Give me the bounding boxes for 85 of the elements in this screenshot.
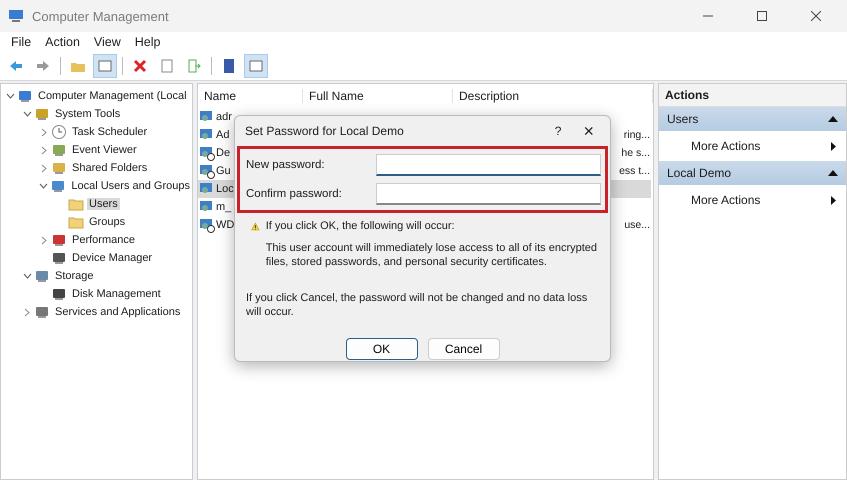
warning-title: If you click OK, the following will occur: — [266, 219, 456, 233]
node-icon — [17, 88, 33, 104]
back-arrow-icon — [8, 58, 24, 74]
column-header[interactable]: Description — [453, 89, 653, 103]
collapse-icon — [828, 116, 838, 122]
node-icon — [51, 142, 67, 158]
toolbar-button[interactable] — [93, 54, 117, 78]
tree-item[interactable]: Shared Folders — [70, 162, 150, 174]
tree-item[interactable]: Groups — [87, 216, 128, 228]
tree-item[interactable]: Users — [87, 198, 120, 210]
tree-item[interactable]: Task Scheduler — [70, 126, 150, 138]
table-cell: ess t... — [619, 165, 650, 177]
submenu-arrow-icon — [831, 142, 836, 150]
collapse-icon — [828, 170, 838, 176]
action-item[interactable]: More Actions — [659, 131, 846, 161]
delete-icon — [132, 58, 148, 74]
chevron-icon[interactable] — [24, 308, 30, 316]
tree-item[interactable]: Disk Management — [70, 288, 163, 300]
menu-item[interactable]: View — [86, 35, 128, 49]
dialog-title: Set Password for Local Demo — [245, 124, 405, 138]
warning-text: This user account will immediately lose access to all of its encrypted files, stored passwords, and personal security certificates. — [266, 241, 598, 269]
node-icon — [51, 250, 67, 266]
maximize-icon — [757, 11, 767, 21]
field-label: New password: — [246, 159, 326, 171]
node-icon — [34, 106, 50, 122]
tree-item[interactable]: Performance — [70, 234, 137, 246]
action-group-header[interactable]: Local Demo — [659, 161, 846, 185]
table-cell: he s... — [621, 147, 650, 159]
node-icon — [34, 304, 50, 320]
table-cell: Ad — [216, 129, 230, 141]
password-field[interactable] — [376, 154, 601, 176]
close-icon — [811, 11, 821, 21]
cancel-note: If you click Cancel, the password will not be changed and no data loss will occur. — [245, 291, 588, 319]
menu-item[interactable]: Help — [128, 35, 168, 49]
table-cell: Loc — [216, 183, 234, 195]
dialog-button[interactable]: Cancel — [428, 338, 500, 360]
node-icon — [51, 160, 67, 176]
tree-item[interactable]: System Tools — [53, 108, 122, 120]
export-icon — [186, 58, 202, 74]
actions-header: Actions — [659, 84, 846, 107]
table-cell: adr — [216, 111, 232, 123]
column-header[interactable]: Full Name — [303, 89, 453, 103]
chevron-icon[interactable] — [39, 183, 48, 189]
node-icon — [50, 178, 66, 194]
chevron-icon[interactable] — [22, 273, 32, 279]
chevron-icon[interactable] — [41, 128, 47, 136]
password-field[interactable] — [376, 183, 601, 205]
table-cell: Gu — [216, 165, 231, 177]
table-cell: ring... — [624, 129, 650, 141]
chevron-icon[interactable] — [41, 236, 47, 244]
field-label: Confirm password: — [246, 188, 343, 200]
chevron-icon[interactable] — [6, 93, 14, 99]
node-icon — [51, 286, 67, 302]
column-header[interactable]: Name — [198, 89, 303, 103]
action-item[interactable]: More Actions — [659, 185, 846, 215]
tree-item[interactable]: Storage — [53, 270, 96, 282]
submenu-arrow-icon — [831, 196, 836, 204]
tree-item[interactable]: Event Viewer — [70, 144, 139, 156]
node-icon — [51, 232, 67, 248]
minimize-icon — [703, 15, 713, 17]
tree-item[interactable]: Services and Applications — [53, 306, 182, 318]
clock-icon — [51, 124, 67, 140]
table-cell: WD — [216, 219, 234, 231]
chevron-icon[interactable] — [41, 164, 47, 172]
menu-item[interactable]: File — [4, 35, 38, 49]
tree-item[interactable]: Local Users and Groups — [69, 180, 192, 192]
menu-item[interactable]: Action — [38, 35, 87, 49]
action-group-header[interactable]: Users — [659, 107, 846, 131]
forward-arrow-icon — [35, 58, 51, 74]
pane-icon — [248, 58, 264, 74]
close-button[interactable]: × — [583, 120, 594, 142]
pane-icon — [97, 58, 113, 74]
node-icon — [34, 268, 50, 284]
window-title: Computer Management — [32, 8, 170, 24]
computer-icon — [8, 8, 24, 24]
tree-item[interactable]: Device Manager — [70, 252, 154, 264]
dialog-button[interactable]: OK — [346, 338, 418, 360]
help-button[interactable]: ? — [554, 124, 562, 138]
chevron-icon[interactable] — [22, 111, 32, 117]
chevron-icon[interactable] — [41, 146, 47, 154]
table-cell: De — [216, 147, 230, 159]
tree-item[interactable]: Computer Management (Local — [36, 90, 189, 102]
table-cell: m_ — [216, 201, 232, 213]
table-cell: use... — [624, 219, 650, 231]
toolbar-button[interactable] — [244, 54, 268, 78]
